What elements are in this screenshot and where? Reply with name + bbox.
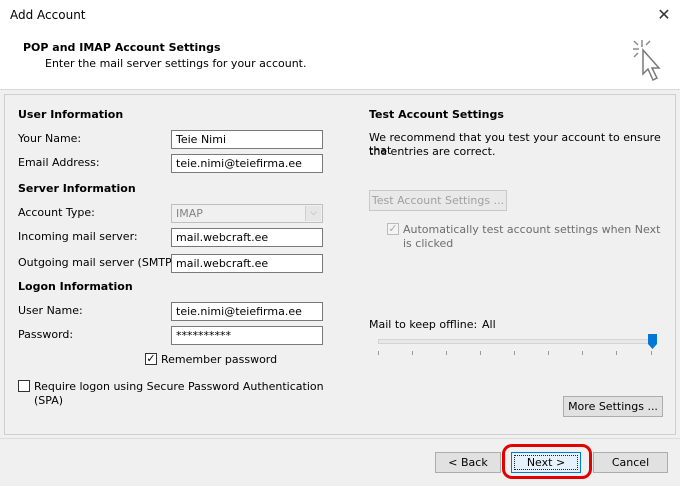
user-name-label: User Name:	[18, 304, 83, 317]
email-address-label: Email Address:	[18, 156, 100, 169]
section-logon-information: Logon Information	[18, 280, 133, 293]
account-type-dropdown: IMAP ⌵	[171, 204, 323, 223]
back-button[interactable]: < Back	[435, 452, 501, 473]
section-server-information: Server Information	[18, 182, 136, 195]
section-user-information: User Information	[18, 108, 124, 121]
auto-test-label-line2: is clicked	[403, 237, 454, 250]
mail-offline-value: All	[482, 318, 496, 331]
password-label: Password:	[18, 328, 74, 341]
auto-test-checkbox[interactable]: ✓	[387, 223, 399, 235]
cursor-sparkle-icon	[633, 40, 661, 82]
mail-offline-label: Mail to keep offline:	[369, 318, 478, 331]
slider-tick	[548, 351, 549, 355]
spa-label-line1: Require logon using Secure Password Auth…	[34, 380, 324, 393]
account-type-value: IMAP	[176, 207, 203, 220]
remember-password-checkbox[interactable]: ✓	[145, 353, 157, 365]
test-description-line2: the entries are correct.	[369, 145, 496, 158]
auto-test-label-line1: Automatically test account settings when…	[403, 223, 661, 236]
title-bar	[0, 0, 680, 31]
slider-tick	[412, 351, 413, 355]
slider-tick	[651, 351, 652, 355]
user-name-input[interactable]: teie.nimi@teiefirma.ee	[171, 302, 323, 321]
your-name-input[interactable]: Teie Nimi	[171, 130, 323, 149]
cancel-button[interactable]: Cancel	[593, 452, 668, 473]
page-subtitle: Enter the mail server settings for your …	[45, 57, 307, 70]
password-input[interactable]: **********	[171, 326, 323, 345]
section-test-account-settings: Test Account Settings	[369, 108, 504, 121]
remember-password-label: Remember password	[161, 353, 278, 366]
email-address-input[interactable]: teie.nimi@teiefirma.ee	[171, 154, 323, 173]
spa-label-line2: (SPA)	[34, 394, 64, 407]
spa-checkbox[interactable]	[18, 380, 30, 392]
account-type-label: Account Type:	[18, 206, 95, 219]
outgoing-server-input[interactable]: mail.webcraft.ee	[171, 254, 323, 273]
slider-tick	[480, 351, 481, 355]
slider-tick	[514, 351, 515, 355]
slider-tick	[378, 351, 379, 355]
offline-slider-thumb[interactable]	[648, 334, 657, 349]
slider-tick	[446, 351, 447, 355]
more-settings-button[interactable]: More Settings ...	[563, 396, 663, 417]
slider-tick	[582, 351, 583, 355]
chevron-down-icon: ⌵	[305, 206, 321, 221]
incoming-server-label: Incoming mail server:	[18, 230, 138, 243]
close-icon[interactable]: ✕	[652, 3, 676, 27]
offline-slider-track[interactable]	[378, 339, 656, 344]
window-title: Add Account	[10, 8, 86, 22]
your-name-label: Your Name:	[18, 132, 82, 145]
slider-tick	[616, 351, 617, 355]
test-account-settings-button[interactable]: Test Account Settings ...	[369, 190, 507, 211]
next-highlight-ring	[502, 444, 592, 479]
page-title: POP and IMAP Account Settings	[23, 41, 221, 54]
outgoing-server-label: Outgoing mail server (SMTP):	[18, 256, 180, 269]
incoming-server-input[interactable]: mail.webcraft.ee	[171, 228, 323, 247]
